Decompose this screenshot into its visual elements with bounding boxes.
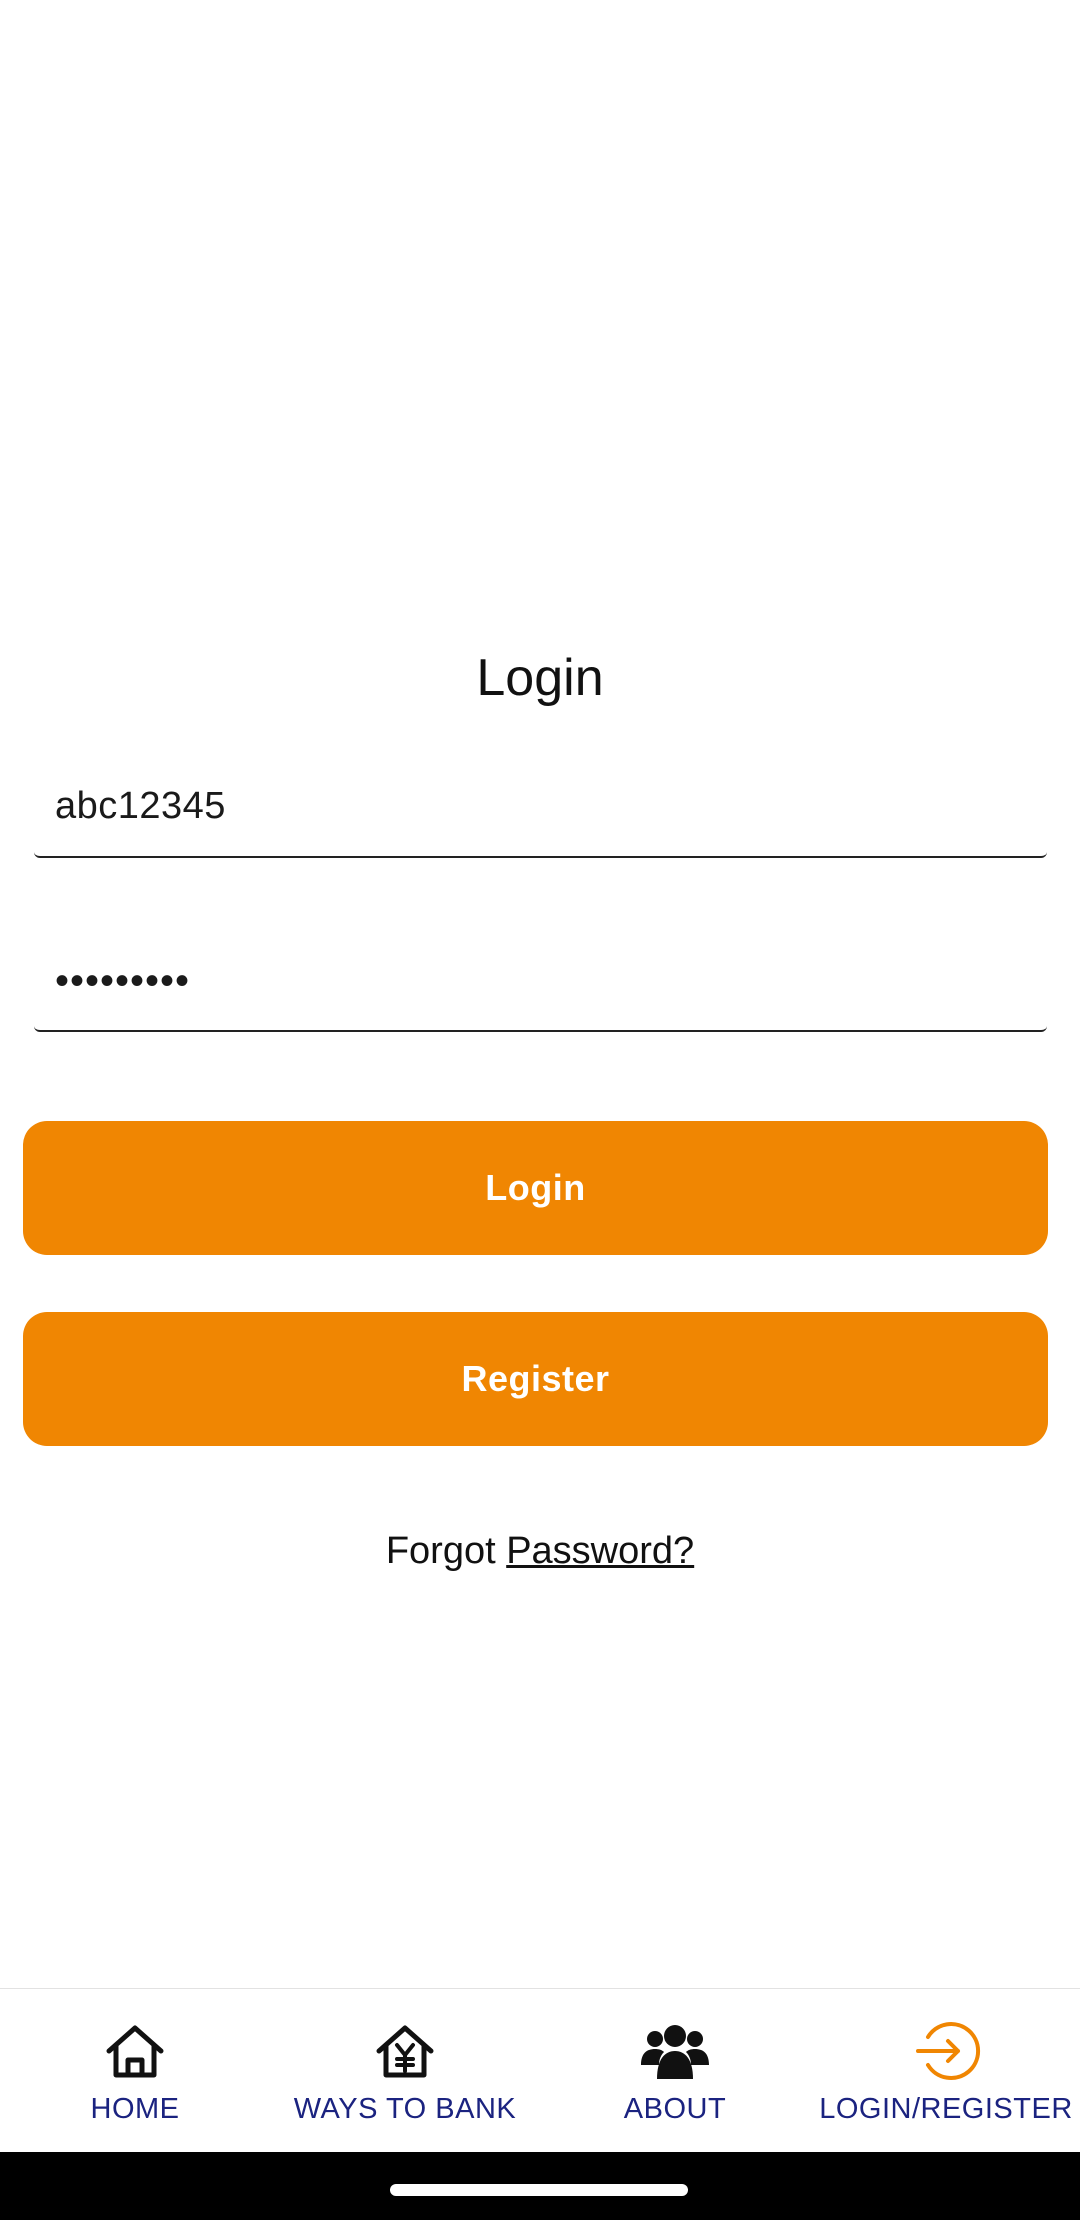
- password-field[interactable]: •••••••••: [34, 930, 1047, 1032]
- page-title: Login: [476, 649, 604, 707]
- register-button[interactable]: Register: [23, 1312, 1048, 1446]
- forgot-password-link[interactable]: Password?: [506, 1530, 694, 1572]
- username-value: abc12345: [55, 785, 226, 827]
- home-indicator[interactable]: [390, 2184, 688, 2196]
- forgot-password: Forgot Password?: [0, 1530, 1080, 1573]
- nav-item-ways-to-bank[interactable]: WAYS TO BANK: [280, 1989, 530, 2153]
- login-arrow-icon: [916, 2022, 981, 2080]
- nav-label-home: HOME: [90, 2093, 180, 2125]
- nav-item-login-register[interactable]: LOGIN/REGISTER: [812, 1989, 1080, 2153]
- login-button[interactable]: Login: [23, 1121, 1048, 1255]
- nav-label-about: ABOUT: [623, 2093, 727, 2125]
- home-icon: [106, 2025, 164, 2078]
- bottom-navigation: HOME WAYS TO BANK ABOUT LOGIN/REGISTER: [0, 1988, 1080, 2153]
- forgot-prefix: Forgot: [385, 1530, 507, 1572]
- login-screen: Login abc12345 ••••••••• Login Register …: [0, 0, 1080, 2220]
- nav-label-ways-to-bank: WAYS TO BANK: [293, 2093, 517, 2125]
- password-value: •••••••••: [55, 959, 191, 1003]
- nav-label-login-register: LOGIN/REGISTER: [819, 2093, 1073, 2125]
- nav-item-about[interactable]: ABOUT: [600, 1989, 750, 2153]
- people-group-icon: [641, 2025, 709, 2079]
- bank-yen-icon: [376, 2025, 434, 2078]
- username-field[interactable]: abc12345: [34, 756, 1047, 858]
- nav-item-home[interactable]: HOME: [55, 1989, 215, 2153]
